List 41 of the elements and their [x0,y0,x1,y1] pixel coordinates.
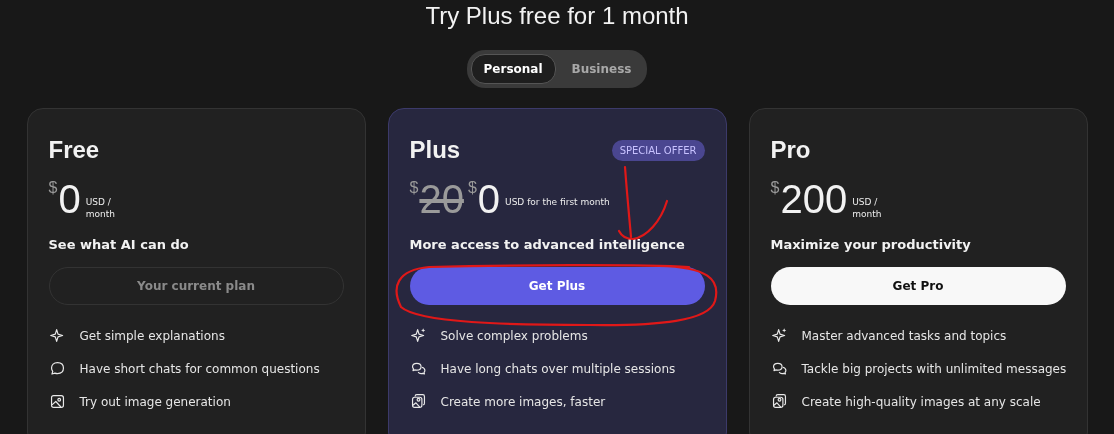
chat-bubbles-icon [409,360,427,377]
feature-text: Have long chats over multiple sessions [440,361,676,376]
price: 200 [780,177,848,221]
images-icon [409,393,427,410]
price: 0 [477,177,501,221]
upgrade-button[interactable]: Get Pro [770,267,1066,305]
offer-badge: SPECIAL OFFER [611,139,705,161]
plan-name: Pro [770,136,811,164]
feature-text: Solve complex problems [440,328,588,343]
currency-symbol: $ [770,179,780,197]
feature-text: Master advanced tasks and topics [801,328,1007,343]
plan-name: Plus [409,136,461,164]
sparkle-icon [409,327,427,344]
feature-text: Create more images, faster [440,394,606,409]
feature-text: Try out image generation [79,394,231,409]
toggle-option[interactable]: Personal [470,54,556,84]
chat-bubble-icon [48,360,66,377]
plan-tagline: Maximize your productivity [770,237,972,252]
sparkle-icon [48,327,66,344]
price-period: USD for the first month [505,196,610,208]
price-period: USD / month [852,196,882,220]
plan-tagline: See what AI can do [48,237,190,252]
feature-text: Create high-quality images at any scale [801,394,1041,409]
currency-symbol: $ [409,179,419,197]
feature-text: Tackle big projects with unlimited messages [801,361,1067,376]
currency-symbol: $ [467,179,477,197]
plan-tagline: More access to advanced intelligence [409,237,686,252]
image-icon [48,393,66,410]
upgrade-button[interactable]: Get Plus [409,267,705,305]
price: 0 [58,177,81,221]
feature-text: Get simple explanations [79,328,225,343]
plan-name: Free [48,136,100,164]
chat-bubbles-icon [770,360,788,377]
old-price: 20 [419,177,464,221]
price-period: USD / month [85,196,115,220]
images-icon [770,393,788,410]
feature-text: Have short chats for common questions [79,361,320,376]
page-title: Try Plus free for 1 month [425,1,689,30]
currency-symbol: $ [48,179,58,197]
toggle-option[interactable]: Business [559,54,644,84]
sparkle-icon [770,327,788,344]
